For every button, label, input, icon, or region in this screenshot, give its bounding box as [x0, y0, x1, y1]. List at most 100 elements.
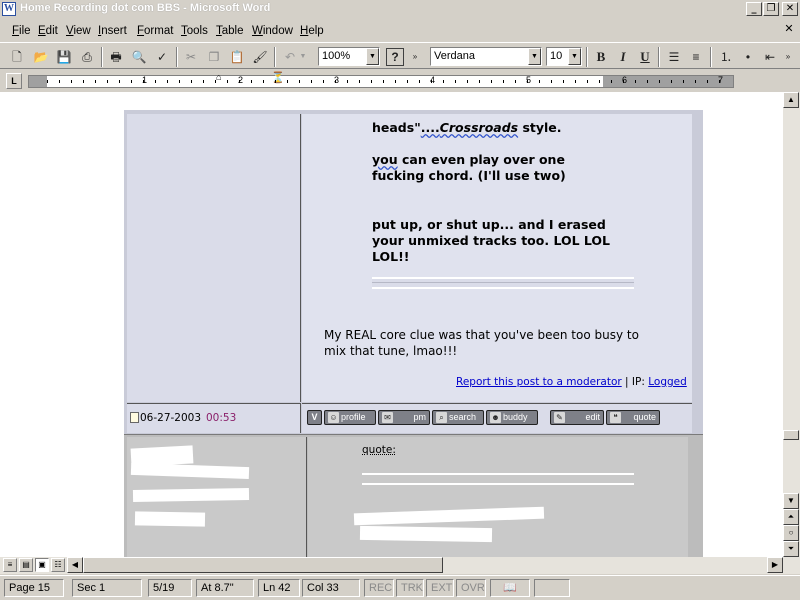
minimize-button[interactable]: _ — [746, 2, 762, 16]
menu-edit[interactable]: Edit — [38, 23, 58, 39]
post-italic-text: Crossroads — [439, 120, 519, 135]
undo-dropdown-icon[interactable]: ▼ — [298, 47, 308, 67]
word-app-icon[interactable]: W — [2, 2, 16, 16]
ruler-tick — [47, 80, 48, 83]
previous-page-icon[interactable]: ⏶ — [783, 509, 799, 525]
pm-label: pm — [413, 412, 426, 422]
ruler-tick — [551, 80, 552, 83]
ruler-tick — [83, 80, 84, 83]
italic-button[interactable]: I — [613, 47, 633, 67]
vertical-scrollbar[interactable]: ▲ ▼ ⏶ ○ ⏷ — [783, 92, 800, 557]
close-window-button[interactable]: ✕ — [782, 2, 798, 16]
menu-format[interactable]: Format — [137, 23, 173, 39]
save-icon[interactable]: 💾 — [54, 47, 74, 67]
menu-help[interactable]: Help — [300, 23, 324, 39]
buddy-button[interactable]: ☻ buddy — [486, 410, 538, 425]
status-rec[interactable]: REC — [364, 579, 394, 597]
help-icon[interactable]: ? — [386, 48, 404, 66]
ruler-tick — [335, 80, 336, 83]
post-date-cell: 06-27-2003 00:53 — [127, 403, 301, 433]
ruler-tick — [347, 80, 348, 83]
pm-icon: ✉ — [382, 412, 393, 423]
search-button[interactable]: ⌕ search — [432, 410, 484, 425]
scroll-down-icon[interactable]: ▼ — [783, 493, 799, 509]
tab-selector[interactable]: L — [6, 73, 22, 89]
ruler-tick — [383, 80, 384, 83]
ruler-strip[interactable]: ⌂ ⏳ 1 2 3 4 5 6 7 — [28, 72, 734, 88]
post-line: your unmixed tracks too. LOL LOL — [372, 233, 611, 248]
spelling-status-icon[interactable]: 📖 — [490, 579, 530, 597]
font-size-select[interactable]: 10 ▼ — [546, 47, 582, 66]
ip-logged-link[interactable]: Logged — [648, 376, 687, 388]
status-trk[interactable]: TRK — [396, 579, 424, 597]
toolbar-options-icon[interactable]: » — [410, 47, 420, 67]
status-ovr[interactable]: OVR — [456, 579, 486, 597]
post-line: fucking chord. (I'll use two) — [372, 168, 566, 183]
font-select[interactable]: Verdana ▼ — [430, 47, 542, 66]
scroll-left-icon[interactable]: ◀ — [67, 557, 83, 573]
next-page-icon[interactable]: ⏷ — [783, 541, 799, 557]
pm-button[interactable]: ✉ pm — [378, 410, 430, 425]
browse-object-icon[interactable]: ○ — [783, 525, 799, 541]
bold-button[interactable]: B — [591, 47, 611, 67]
copy-icon[interactable]: ❐ — [204, 47, 224, 67]
permission-icon[interactable]: ⎙ — [77, 47, 97, 67]
view-button[interactable]: V — [307, 410, 322, 425]
post-text: .... — [420, 120, 440, 135]
ruler-tick — [479, 80, 480, 83]
menu-view[interactable]: View — [66, 23, 91, 39]
edit-label: edit — [585, 412, 600, 422]
document-close-button[interactable]: ✕ — [782, 22, 796, 36]
profile-button[interactable]: ☺ profile — [324, 410, 376, 425]
new-document-icon[interactable]: 🗋 — [7, 47, 27, 67]
spelling-icon[interactable]: ✓ — [152, 47, 172, 67]
maximize-button[interactable]: ❐ — [763, 2, 779, 16]
underline-button[interactable]: U — [635, 47, 655, 67]
post-line: heads"....Crossroads style. — [372, 120, 562, 136]
print-layout-view-icon[interactable]: ▣ — [35, 558, 49, 572]
format-painter-icon[interactable]: 🖌 — [250, 47, 270, 67]
chevron-down-icon[interactable]: ▼ — [568, 48, 581, 65]
document-area[interactable]: heads"....Crossroads style. you can even… — [0, 92, 783, 557]
decrease-indent-icon[interactable]: ⇤ — [760, 47, 780, 67]
paste-icon[interactable]: 📋 — [227, 47, 247, 67]
menu-insert[interactable]: Insert — [98, 23, 127, 39]
bullets-icon[interactable]: • — [738, 47, 758, 67]
edit-button[interactable]: ✎ edit — [550, 410, 604, 425]
horizontal-scrollbar[interactable]: ≡ ▤ ▣ ☷ ◀ ▶ — [0, 557, 800, 574]
status-page-count: 5/19 — [148, 579, 192, 597]
undo-icon[interactable]: ↶ — [280, 47, 300, 67]
chevron-down-icon[interactable]: ▼ — [528, 48, 541, 65]
font-value: Verdana — [434, 50, 475, 62]
status-ext[interactable]: EXT — [426, 579, 454, 597]
cut-icon[interactable]: ✂ — [181, 47, 201, 67]
menu-table[interactable]: Table — [216, 23, 244, 39]
print-preview-icon[interactable]: 🔍 — [129, 47, 149, 67]
toolbar-options-icon[interactable]: » — [782, 47, 794, 67]
outline-view-icon[interactable]: ☷ — [51, 558, 65, 572]
scroll-thumb[interactable] — [783, 430, 799, 440]
menu-file[interactable]: File — [12, 23, 31, 39]
quote-divider — [362, 473, 634, 485]
web-layout-view-icon[interactable]: ▤ — [19, 558, 33, 572]
print-icon[interactable]: 🖶 — [106, 47, 126, 67]
chevron-down-icon[interactable]: ▼ — [366, 48, 379, 65]
scroll-up-icon[interactable]: ▲ — [783, 92, 799, 108]
align-left-icon[interactable]: ☰ — [664, 47, 684, 67]
quote-button[interactable]: ❝ quote — [606, 410, 660, 425]
numbering-icon[interactable]: ⒈ — [716, 47, 736, 67]
zoom-select[interactable]: 100% ▼ — [318, 47, 380, 66]
ruler-tick — [407, 80, 408, 83]
search-icon: ⌕ — [436, 412, 447, 423]
ruler-tick — [419, 80, 420, 83]
scroll-right-icon[interactable]: ▶ — [767, 557, 783, 573]
ruler-tick — [455, 80, 456, 83]
scroll-thumb[interactable] — [83, 557, 443, 573]
quote-label-text: quote: — [362, 444, 396, 456]
menu-tools[interactable]: Tools — [181, 23, 208, 39]
normal-view-icon[interactable]: ≡ — [3, 558, 17, 572]
align-center-icon[interactable]: ≡ — [686, 47, 706, 67]
report-post-link[interactable]: Report this post to a moderator — [456, 376, 622, 388]
open-folder-icon[interactable]: 📂 — [31, 47, 51, 67]
menu-window[interactable]: Window — [252, 23, 293, 39]
